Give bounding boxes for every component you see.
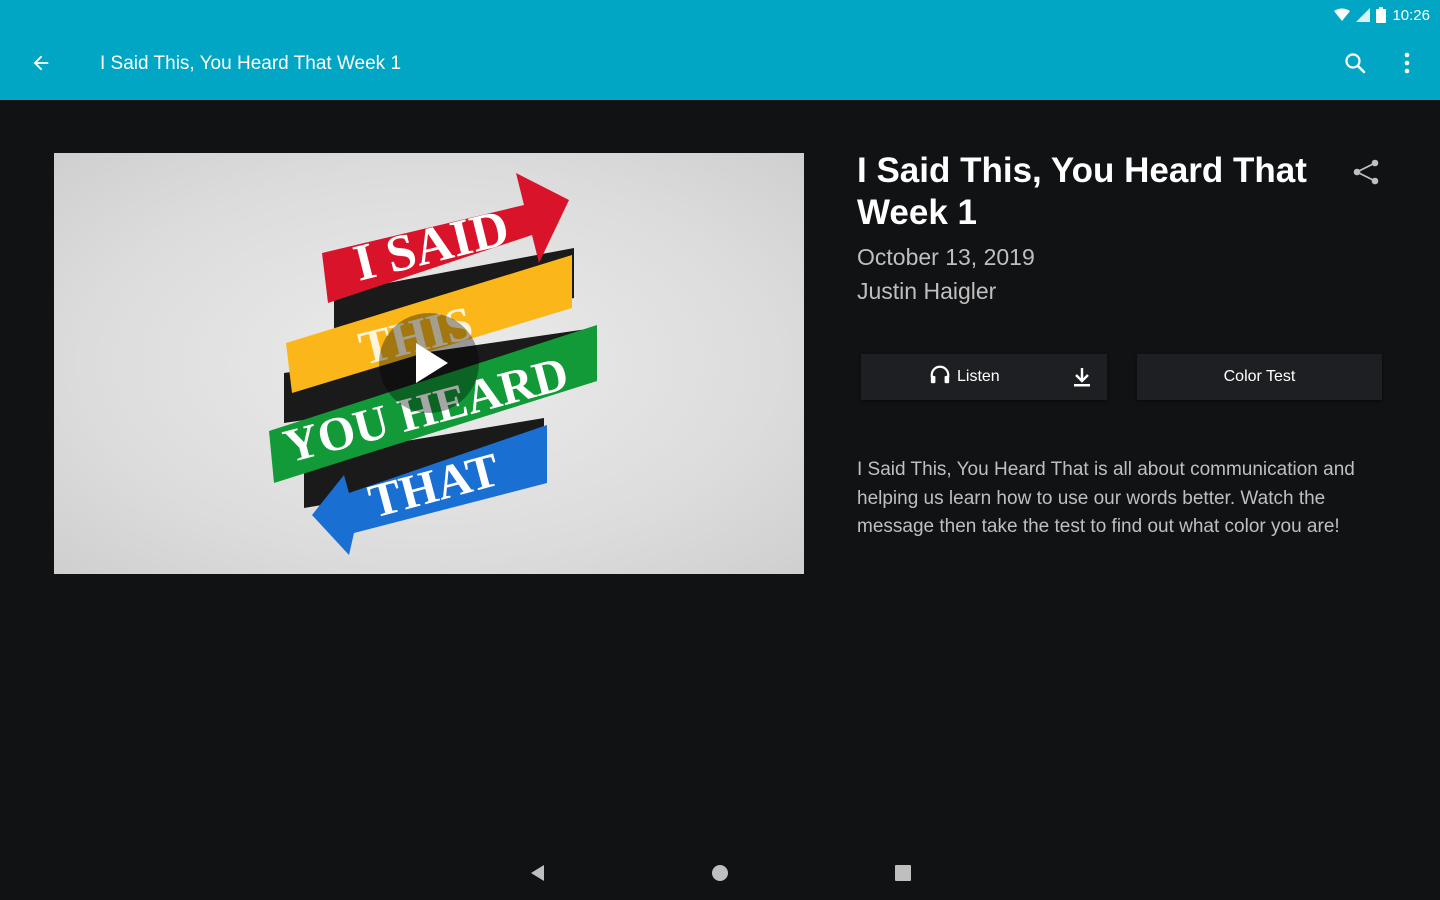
search-icon (1343, 51, 1367, 80)
sermon-date: October 13, 2019 (857, 244, 1035, 270)
listen-button[interactable]: Listen (861, 354, 1107, 400)
download-icon[interactable] (1069, 364, 1095, 390)
overflow-menu-button[interactable] (1392, 48, 1422, 82)
search-button[interactable] (1338, 48, 1372, 82)
more-vert-icon (1404, 52, 1410, 79)
back-button[interactable] (24, 48, 58, 82)
color-test-button[interactable]: Color Test (1137, 354, 1382, 400)
play-icon[interactable] (379, 313, 479, 413)
sermon-video-thumbnail[interactable]: I SAID THIS YOU HEARD THAT (54, 153, 804, 574)
sermon-title: I Said This, You Heard That Week 1 (857, 151, 1307, 232)
nav-home-button[interactable] (705, 860, 735, 890)
wifi-icon (1334, 8, 1351, 22)
nav-recents-button[interactable] (888, 860, 918, 890)
listen-label: Listen (957, 368, 1000, 385)
app-bar-title: I Said This, You Heard That Week 1 (100, 53, 402, 74)
arrow-back-icon (30, 52, 52, 79)
status-bar: 10:26 (1334, 4, 1430, 26)
headphones-icon (929, 364, 951, 391)
sermon-description: I Said This, You Heard That is all about… (857, 459, 1355, 537)
signal-icon (1356, 8, 1371, 22)
share-icon (1351, 157, 1381, 192)
nav-back-button[interactable] (522, 860, 552, 890)
status-time: 10:26 (1392, 6, 1430, 24)
system-nav-bar (0, 850, 1440, 900)
app-bar: 10:26 I Said This, You Heard That Week 1 (0, 0, 1440, 100)
triangle-back-icon (528, 863, 546, 888)
square-recents-icon (893, 863, 913, 888)
color-test-label: Color Test (1223, 368, 1296, 385)
circle-home-icon (710, 863, 730, 888)
sermon-author: Justin Haigler (857, 278, 997, 304)
share-button[interactable] (1348, 156, 1384, 192)
battery-icon (1376, 7, 1387, 23)
